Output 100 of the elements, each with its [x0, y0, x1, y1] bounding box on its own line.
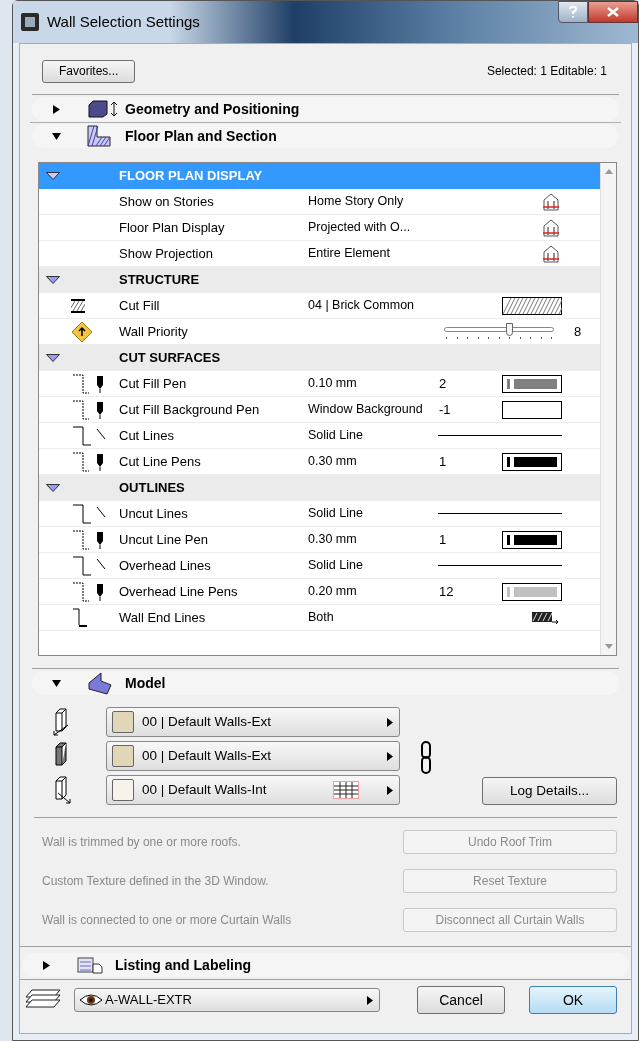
category-title: CUT SURFACES [119, 349, 221, 368]
priority-diamond-icon [71, 320, 93, 343]
pen-number: 2 [439, 374, 448, 393]
pen-swatch[interactable] [502, 374, 562, 393]
wall-end-swatch-icon [530, 609, 560, 626]
category-title: FLOOR PLAN DISPLAY [119, 167, 263, 186]
property-label: Show Projection [119, 244, 214, 263]
property-value[interactable]: Window Background [308, 400, 439, 419]
property-row[interactable]: Uncut Line Pen 0.30 mm 1 [39, 527, 600, 553]
property-label: Uncut Lines [119, 504, 189, 523]
close-button[interactable] [588, 1, 638, 23]
wall-block-icon [87, 671, 113, 695]
chain-link-icon[interactable] [420, 741, 432, 775]
pen-swatch[interactable] [502, 400, 562, 419]
dialog-button[interactable]: Cancel [417, 986, 505, 1014]
property-label: Show on Stories [119, 192, 215, 211]
property-label: Cut Line Pens [119, 452, 202, 471]
story-house-icon [542, 243, 560, 264]
layer-dropdown[interactable]: A-WALL-EXTR [74, 988, 380, 1012]
app-icon [21, 13, 39, 31]
section-title: Floor Plan and Section [125, 126, 277, 146]
disclosure-triangle-icon[interactable] [52, 131, 61, 141]
story-house-icon [542, 191, 560, 212]
surface-dropdown[interactable]: 00 | Default Walls-Ext [106, 741, 400, 771]
property-label: Cut Fill Pen [119, 374, 188, 393]
scrollbar[interactable] [600, 163, 616, 655]
section-title: Model [125, 673, 166, 693]
collapse-triangle-icon[interactable] [46, 172, 60, 180]
scroll-up-icon[interactable] [604, 169, 613, 174]
window-title: Wall Selection Settings [47, 11, 200, 32]
list-document-icon [77, 956, 103, 974]
property-value[interactable]: Solid Line [308, 504, 439, 523]
property-value[interactable]: 04 | Brick Common [308, 296, 439, 315]
property-row[interactable]: Wall End Lines Both [39, 605, 600, 631]
property-value[interactable]: Entire Element [308, 244, 439, 263]
category-title: STRUCTURE [119, 271, 200, 290]
surface-dropdown[interactable]: 00 | Default Walls-Int [106, 775, 400, 805]
property-row[interactable]: Uncut Lines Solid Line [39, 501, 600, 527]
dialog-button[interactable]: OK [529, 986, 617, 1014]
category-row[interactable]: OUTLINES [39, 475, 600, 501]
property-value[interactable]: 0.20 mm [308, 582, 439, 601]
slider-thumb[interactable] [506, 322, 513, 336]
section-header[interactable]: Floor Plan and Section [32, 124, 619, 148]
property-row[interactable]: Overhead Line Pens 0.20 mm 12 [39, 579, 600, 605]
scroll-down-icon[interactable] [604, 644, 613, 649]
story-house-icon [542, 217, 560, 238]
caret-icon [387, 751, 393, 761]
property-value[interactable]: Solid Line [308, 426, 439, 445]
info-text: Wall is trimmed by one or more roofs. [42, 834, 241, 851]
property-label: Uncut Line Pen [119, 530, 209, 549]
line-corner-icon [71, 555, 107, 576]
property-label: Wall End Lines [119, 608, 207, 627]
category-row[interactable]: CUT SURFACES [39, 345, 600, 371]
section-title: Listing and Labeling [115, 955, 252, 975]
property-row[interactable]: Cut Line Pens 0.30 mm 1 [39, 449, 600, 475]
selection-info: Selected: 1 Editable: 1 [486, 63, 608, 80]
property-value[interactable]: Both [308, 608, 439, 627]
property-value[interactable]: 0.30 mm [308, 452, 439, 471]
pen-swatch[interactable] [502, 530, 562, 549]
caret-icon [387, 785, 393, 795]
disclosure-triangle-icon[interactable] [52, 678, 61, 688]
close-icon [607, 7, 619, 17]
caret-icon [367, 995, 373, 1005]
eye-icon[interactable] [79, 993, 103, 1007]
section-title: Geometry and Positioning [125, 99, 300, 119]
pen-swatch[interactable] [502, 582, 562, 601]
property-value[interactable]: 0.10 mm [308, 374, 439, 393]
pen-number: 1 [439, 452, 448, 471]
property-row[interactable]: Cut Fill Background Pen Window Background -1 [39, 397, 600, 423]
section-header[interactable]: Listing and Labeling [22, 953, 629, 977]
disclosure-triangle-icon[interactable] [52, 104, 61, 114]
property-label: Wall Priority [119, 322, 189, 341]
line-corner-icon [71, 425, 107, 446]
help-button[interactable] [558, 1, 588, 23]
line-corner-icon [71, 503, 107, 524]
property-row[interactable]: Wall Priority 8 [39, 319, 600, 345]
caret-icon [387, 717, 393, 727]
pen-number: -1 [439, 400, 452, 419]
disclosure-triangle-icon[interactable] [42, 960, 51, 970]
favorites-button[interactable]: Favorites... [42, 59, 136, 83]
collapse-triangle-icon[interactable] [46, 484, 60, 492]
category-row[interactable]: STRUCTURE [39, 267, 600, 293]
pen-swatch[interactable] [502, 452, 562, 471]
property-value[interactable]: Projected with O... [308, 218, 439, 237]
property-row[interactable]: Cut Fill Pen 0.10 mm 2 [39, 371, 600, 397]
property-label: Overhead Line Pens [119, 582, 239, 601]
surface-dropdown[interactable]: 00 | Default Walls-Ext [106, 707, 400, 737]
log-details-button[interactable]: Log Details... [482, 777, 617, 805]
property-row[interactable]: Cut Lines Solid Line [39, 423, 600, 449]
property-value[interactable]: 0.30 mm [308, 530, 439, 549]
section-header[interactable]: Geometry and Positioning [32, 97, 619, 121]
property-value[interactable]: Home Story Only [308, 192, 439, 211]
property-label: Overhead Lines [119, 556, 212, 575]
section-header[interactable]: Model [32, 671, 619, 695]
collapse-triangle-icon[interactable] [46, 276, 60, 284]
info-text: Custom Texture defined in the 3D Window. [42, 873, 269, 890]
property-row[interactable]: Overhead Lines Solid Line [39, 553, 600, 579]
hatch-pattern-swatch[interactable] [502, 296, 562, 315]
property-value[interactable]: Solid Line [308, 556, 439, 575]
collapse-triangle-icon[interactable] [46, 354, 60, 362]
